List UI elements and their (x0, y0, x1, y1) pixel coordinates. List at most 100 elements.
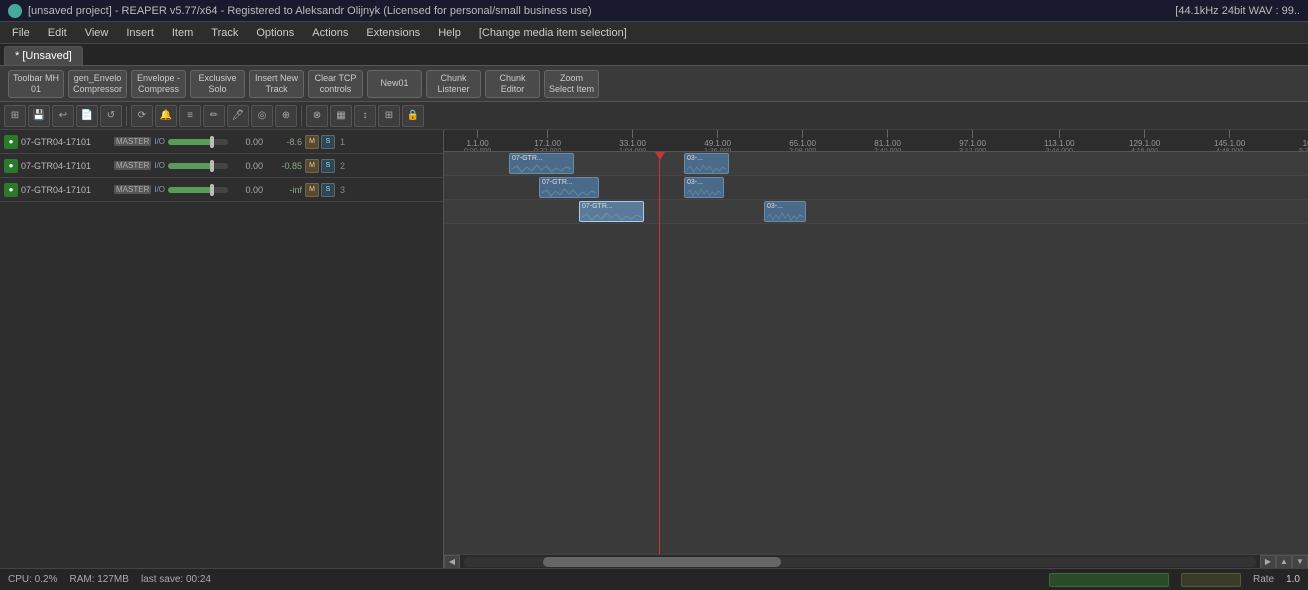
track-mute-1[interactable]: M (305, 135, 319, 149)
cpu-meter (1181, 573, 1241, 587)
icon-btn-12[interactable]: ⊗ (306, 105, 328, 127)
icon-btn-7[interactable]: ≡ (179, 105, 201, 127)
track-io-2[interactable]: I/O (154, 161, 165, 170)
menu-item-view[interactable]: View (77, 25, 117, 41)
track-fader-3[interactable] (168, 187, 228, 193)
zoom-select-item-button[interactable]: Zoom Select Item (544, 70, 599, 98)
track-db-3: -inf (266, 185, 302, 195)
icon-btn-10[interactable]: ◎ (251, 105, 273, 127)
scroll-right-btn[interactable]: ▶ (1260, 555, 1276, 569)
toolbar: Toolbar MH 01gen_Envelo CompressorEnvelo… (0, 66, 1308, 102)
track-fader-1[interactable] (168, 139, 228, 145)
menu-item-help[interactable]: Help (430, 25, 469, 41)
track-db-2: -0.85 (266, 161, 302, 171)
track-lane-2[interactable]: 07-GTR... 03-... (444, 176, 1308, 200)
track-solo-3[interactable]: S (321, 183, 335, 197)
icon-btn-0[interactable]: ⊞ (4, 105, 26, 127)
icon-btn-11[interactable]: ⊕ (275, 105, 297, 127)
track-solo-2[interactable]: S (321, 159, 335, 173)
icon-btn-6[interactable]: 🔔 (155, 105, 177, 127)
scroll-down-btn[interactable]: ▼ (1292, 555, 1308, 569)
exclusive-solo-button[interactable]: Exclusive Solo (190, 70, 245, 98)
menu-bar: FileEditViewInsertItemTrackOptionsAction… (0, 22, 1308, 44)
track-solo-1[interactable]: S (321, 135, 335, 149)
icon-btn-13[interactable]: ▦ (330, 105, 352, 127)
track-lane-3[interactable]: 07-GTR... 03-... (444, 200, 1308, 224)
menu-item-item[interactable]: Item (164, 25, 201, 41)
chunk-listener-button[interactable]: Chunk Listener (426, 70, 481, 98)
position-display: Rate (1253, 574, 1274, 585)
menu-item-actions[interactable]: Actions (304, 25, 356, 41)
track-indicator-2: ● (4, 159, 18, 173)
clip-label: 03-... (687, 179, 721, 186)
menu-item-options[interactable]: Options (248, 25, 302, 41)
clip-label: 07-GTR... (542, 179, 596, 186)
icon-btn-4[interactable]: ↺ (100, 105, 122, 127)
track-row-2[interactable]: ● 07-GTR04-17101 MASTER I/O 0.00 -0.85 M… (0, 154, 443, 178)
audio-clip-clip2-2[interactable]: 03-... (684, 177, 724, 198)
track-mute-2[interactable]: M (305, 159, 319, 173)
track-master-1[interactable]: MASTER (114, 137, 151, 146)
icon-btn-5[interactable]: ⟳ (131, 105, 153, 127)
app-icon (8, 4, 22, 18)
audio-clip-clip3-1[interactable]: 07-GTR... (579, 201, 644, 222)
toolbar-mh-01-button[interactable]: Toolbar MH 01 (8, 70, 64, 98)
menu-item-insert[interactable]: Insert (118, 25, 162, 41)
arrange-content[interactable]: 07-GTR... 03-... 07-GTR... 03-... 07-GTR… (444, 152, 1308, 554)
scroll-left-btn[interactable]: ◀ (444, 555, 460, 569)
icon-btn-9[interactable]: 🖊 (227, 105, 249, 127)
ram-usage: RAM: 127MB (69, 574, 128, 585)
track-ms-3: M S (305, 183, 335, 197)
menu-item-edit[interactable]: Edit (40, 25, 75, 41)
track-io-3[interactable]: I/O (154, 185, 165, 194)
audio-clip-clip1-1[interactable]: 07-GTR... (509, 153, 574, 174)
menu-item--change-media-item-selection-[interactable]: [Change media item selection] (471, 25, 635, 41)
icon-btn-1[interactable]: 💾 (28, 105, 50, 127)
menu-item-file[interactable]: File (4, 25, 38, 41)
ruler-tick-17-1-00: 17.1.00 0:32.000 (534, 130, 561, 152)
audio-info: [44.1kHz 24bit WAV : 99.. (1175, 5, 1300, 17)
rate-value: 1.0 (1286, 574, 1300, 585)
audio-clip-clip3-2[interactable]: 03-... (764, 201, 806, 222)
ruler-tick-1-1-00: 1.1.00 0:00.000 (464, 130, 491, 152)
track-master-2[interactable]: MASTER (114, 161, 151, 170)
track-lane-1[interactable]: 07-GTR... 03-... (444, 152, 1308, 176)
icon-btn-16[interactable]: 🔒 (402, 105, 424, 127)
timeline-ruler: 1.1.00 0:00.000 17.1.00 0:32.000 33.1.00… (444, 130, 1308, 152)
scroll-thumb[interactable] (543, 557, 781, 567)
track-vol-2: 0.00 (231, 161, 263, 171)
title-bar: [unsaved project] - REAPER v5.77/x64 - R… (0, 0, 1308, 22)
waveform-display (1049, 573, 1169, 587)
menu-item-track[interactable]: Track (203, 25, 246, 41)
track-mute-3[interactable]: M (305, 183, 319, 197)
chunk-editor-button[interactable]: Chunk Editor (485, 70, 540, 98)
arrange-view: 1.1.00 0:00.000 17.1.00 0:32.000 33.1.00… (444, 130, 1308, 568)
icon-separator-12 (301, 106, 302, 126)
ruler-tick-33-1-00: 33.1.00 1:04.000 (619, 130, 646, 152)
icon-btn-15[interactable]: ⊞ (378, 105, 400, 127)
track-fader-2[interactable] (168, 163, 228, 169)
audio-clip-clip1-2[interactable]: 03-... (684, 153, 729, 174)
track-io-1[interactable]: I/O (154, 137, 165, 146)
icon-btn-8[interactable]: ✏ (203, 105, 225, 127)
scroll-track[interactable] (464, 557, 1256, 567)
icon-btn-2[interactable]: ↩ (52, 105, 74, 127)
track-row-3[interactable]: ● 07-GTR04-17101 MASTER I/O 0.00 -inf M … (0, 178, 443, 202)
scroll-up-btn[interactable]: ▲ (1276, 555, 1292, 569)
insert-new-track-button[interactable]: Insert New Track (249, 70, 304, 98)
track-row-1[interactable]: ● 07-GTR04-17101 MASTER I/O 0.00 -8.6 M … (0, 130, 443, 154)
new01-button[interactable]: New01 (367, 70, 422, 98)
clear-tcp-controls-button[interactable]: Clear TCP controls (308, 70, 363, 98)
audio-clip-clip2-1[interactable]: 07-GTR... (539, 177, 599, 198)
track-master-3[interactable]: MASTER (114, 185, 151, 194)
icon-btn-3[interactable]: 📄 (76, 105, 98, 127)
tab-unsaved[interactable]: * [Unsaved] (4, 46, 83, 65)
icon-separator-5 (126, 106, 127, 126)
envelope-compress-button[interactable]: Envelope - Compress (131, 70, 186, 98)
menu-item-extensions[interactable]: Extensions (358, 25, 428, 41)
icon-btn-14[interactable]: ↕ (354, 105, 376, 127)
clip-label: 07-GTR... (512, 155, 571, 162)
gen-envelo-compressor-button[interactable]: gen_Envelo Compressor (68, 70, 127, 98)
ruler-tick-81-1-00: 81.1.00 2:40.000 (874, 130, 901, 152)
ruler-tick-145-1-00: 145.1.00 4:48.000 (1214, 130, 1245, 152)
